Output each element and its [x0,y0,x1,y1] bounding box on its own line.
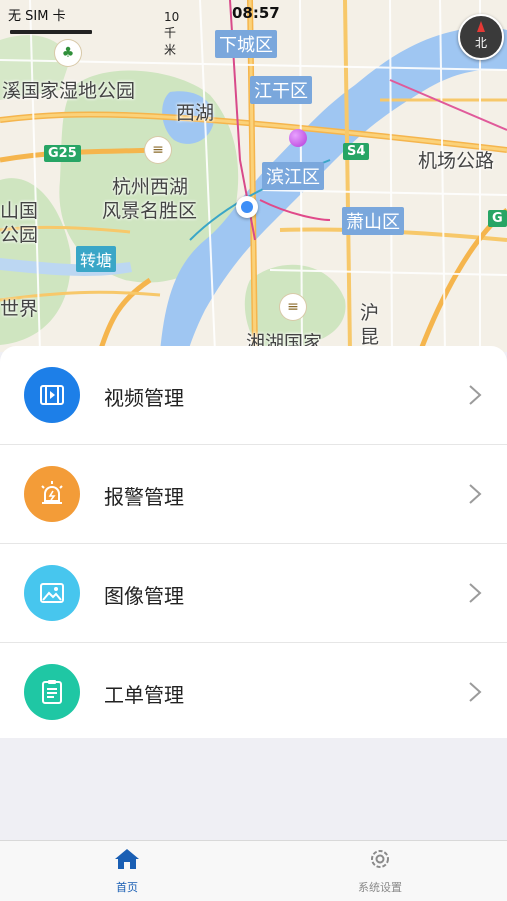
menu-item-workorder[interactable]: 工单管理 [0,643,507,741]
menu-item-alarm[interactable]: 报警管理 [0,445,507,544]
clipboard-icon [24,664,80,720]
chevron-right-icon [469,484,482,504]
chevron-right-icon [469,583,482,603]
map-label-shan: 山国 [0,200,39,222]
menu-label-workorder: 工单管理 [104,683,184,707]
status-bar: 无 SIM 卡 08:57 [0,0,507,26]
road-g: G [488,210,507,227]
video-icon [24,367,80,423]
district-jianggan: 江干区 [250,76,312,104]
map-label-wetland: 溪国家湿地公园 [2,80,136,102]
map-label-scenic-1: 杭州西湖 [112,176,189,198]
alarm-icon [24,466,80,522]
map-label-airport-road: 机场公路 [418,150,495,172]
menu-label-image: 图像管理 [104,584,184,608]
tab-settings-label: 系统设置 [358,881,402,894]
temple-icon: ≡ [145,137,171,163]
metro-zhuantang: 转塘 [76,246,117,272]
scale-label: 10 千米 [164,10,180,57]
tab-home-label: 首页 [116,881,138,894]
home-icon [115,849,139,869]
map-label-world: 世界 [0,298,39,320]
menu-item-image[interactable]: 图像管理 [0,544,507,643]
menu-label-alarm: 报警管理 [104,485,184,509]
tab-settings[interactable]: 系统设置 [320,847,440,895]
carrier-label: 无 SIM 卡 [8,9,66,24]
map-label-hu: 沪 [360,302,380,324]
map-label-west-lake: 西湖 [176,102,215,124]
clock: 08:57 [232,4,280,22]
park-icon: ♣ [55,40,81,66]
map-label-kun: 昆 [360,326,380,348]
image-icon [24,565,80,621]
gear-icon [371,850,389,868]
menu-item-video[interactable]: 视频管理 [0,346,507,445]
map-marker-pin[interactable] [289,129,307,147]
chevron-right-icon [469,682,482,702]
district-binjiang: 滨江区 [262,162,324,190]
road-g25: G25 [44,145,81,162]
menu-label-video: 视频管理 [104,386,184,410]
current-location-icon [236,196,258,218]
road-s4: S4 [343,143,370,160]
compass-label: 北 [474,36,487,50]
district-xiaoshan: 萧山区 [342,207,404,235]
district-xiacheng: 下城区 [215,30,277,58]
chevron-right-icon [469,385,482,405]
temple-icon: ≡ [280,294,306,320]
map-label-gongyuan: 公园 [0,224,39,246]
compass-button[interactable]: 北 [458,14,504,60]
tab-home[interactable]: 首页 [67,847,187,895]
map-view[interactable]: 无 SIM 卡 08:57 10 千米 北 溪国家湿地公园 西湖 杭州西湖 风景… [0,0,507,352]
map-label-scenic-2: 风景名胜区 [102,200,198,222]
function-menu: 视频管理 报警管理 图像管理 工单管理 [0,346,507,738]
scale-bar [10,30,92,34]
tab-bar: 首页 系统设置 [0,840,507,901]
